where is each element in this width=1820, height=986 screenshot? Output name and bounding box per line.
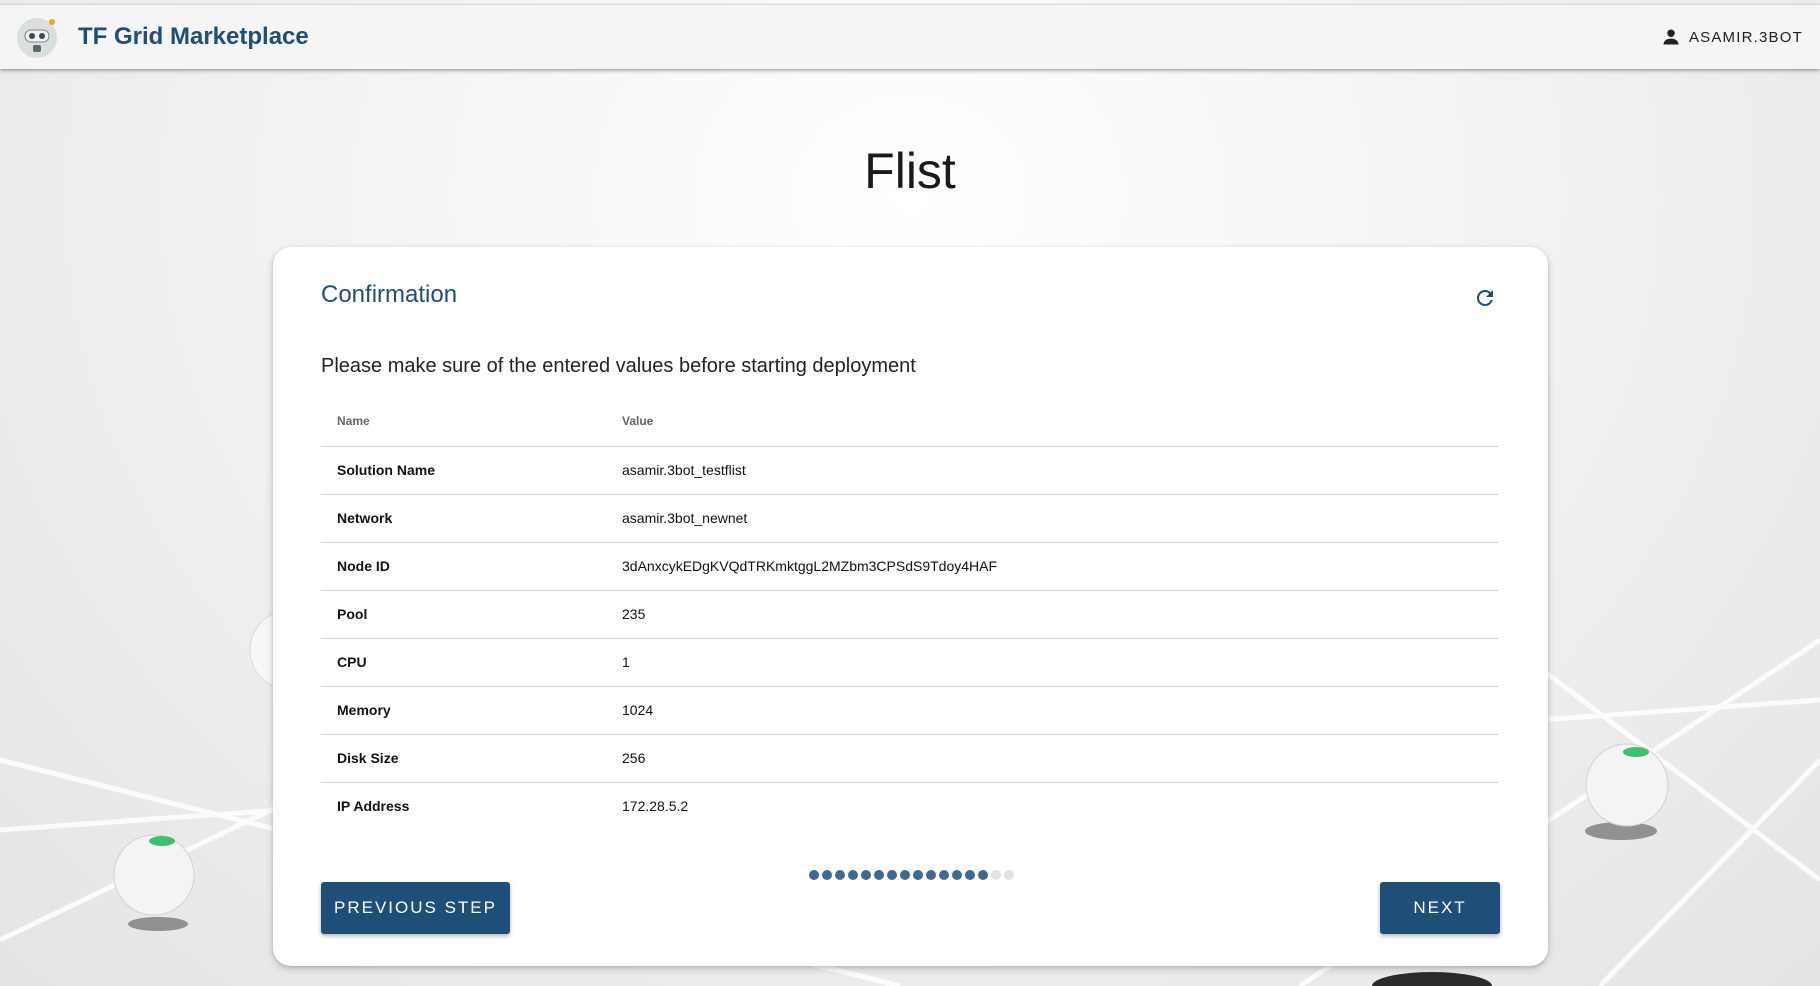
step-dot-pending <box>991 870 1001 880</box>
step-dot-complete <box>874 870 884 880</box>
step-dot-complete <box>835 870 845 880</box>
step-dot-complete <box>939 870 949 880</box>
row-name: Disk Size <box>321 734 606 783</box>
row-name: Solution Name <box>321 446 606 495</box>
page-title: Flist <box>864 143 956 199</box>
row-name: Node ID <box>321 542 606 591</box>
table-row: IP Address 172.28.5.2 <box>321 782 1499 830</box>
row-name: Pool <box>321 590 606 639</box>
step-dot-complete <box>861 870 871 880</box>
step-dot-complete <box>887 870 897 880</box>
confirmation-table: Name Value Solution Name asamir.3bot_tes… <box>321 397 1499 830</box>
next-button[interactable]: NEXT <box>1380 882 1500 934</box>
user-name: ASAMIR.3BOT <box>1688 28 1803 46</box>
step-dot-pending <box>1004 870 1014 880</box>
row-value: 3dAnxcykEDgKVQdTRKmktggL2MZbm3CPSdS9Tdoy… <box>606 542 1499 591</box>
row-name: IP Address <box>337 798 410 815</box>
row-value: 1024 <box>606 686 1499 735</box>
step-dot-complete <box>926 870 936 880</box>
table-header-row: Name Value <box>321 397 1499 447</box>
table-row: Memory 1024 <box>321 686 1499 735</box>
step-progress-dots <box>809 870 1017 880</box>
user-menu[interactable]: ASAMIR.3BOT <box>1661 27 1803 47</box>
row-value: 256 <box>606 734 1499 783</box>
confirmation-card: Confirmation Please make sure of the ent… <box>273 247 1548 966</box>
row-value: asamir.3bot_testflist <box>606 446 1499 495</box>
step-dot-complete <box>848 870 858 880</box>
previous-step-button[interactable]: PREVIOUS STEP <box>321 882 510 934</box>
table-row: Network asamir.3bot_newnet <box>321 494 1499 543</box>
table-row: Node ID 3dAnxcykEDgKVQdTRKmktggL2MZbm3CP… <box>321 542 1499 591</box>
table-row: Solution Name asamir.3bot_testflist <box>321 446 1499 495</box>
refresh-icon <box>1476 290 1493 306</box>
refresh-button[interactable] <box>1470 283 1500 313</box>
card-subtitle: Please make sure of the entered values b… <box>321 355 916 377</box>
step-dot-complete <box>809 870 819 880</box>
person-icon <box>1663 29 1679 45</box>
row-name: Memory <box>321 686 606 735</box>
step-dot-complete <box>952 870 962 880</box>
table-row: Disk Size 256 <box>321 734 1499 783</box>
app-title[interactable]: TF Grid Marketplace <box>78 23 309 51</box>
row-value: 172.28.5.2 <box>622 798 689 815</box>
row-value: 235 <box>606 590 1499 639</box>
table-row: Pool 235 <box>321 590 1499 639</box>
column-header-name[interactable]: Name <box>321 397 606 447</box>
table-row: CPU 1 <box>321 638 1499 687</box>
step-dot-complete <box>978 870 988 880</box>
robot-logo-icon[interactable] <box>13 13 61 61</box>
step-dot-complete <box>822 870 832 880</box>
row-name: Network <box>321 494 606 543</box>
app-bar: TF Grid Marketplace ASAMIR.3BOT <box>0 4 1820 69</box>
column-header-value[interactable]: Value <box>606 397 1499 447</box>
step-dot-complete <box>965 870 975 880</box>
row-value: 1 <box>606 638 1499 687</box>
step-dot-complete <box>900 870 910 880</box>
step-dot-complete <box>913 870 923 880</box>
row-name: CPU <box>321 638 606 687</box>
card-title: Confirmation <box>321 281 458 308</box>
row-value: asamir.3bot_newnet <box>606 494 1499 543</box>
